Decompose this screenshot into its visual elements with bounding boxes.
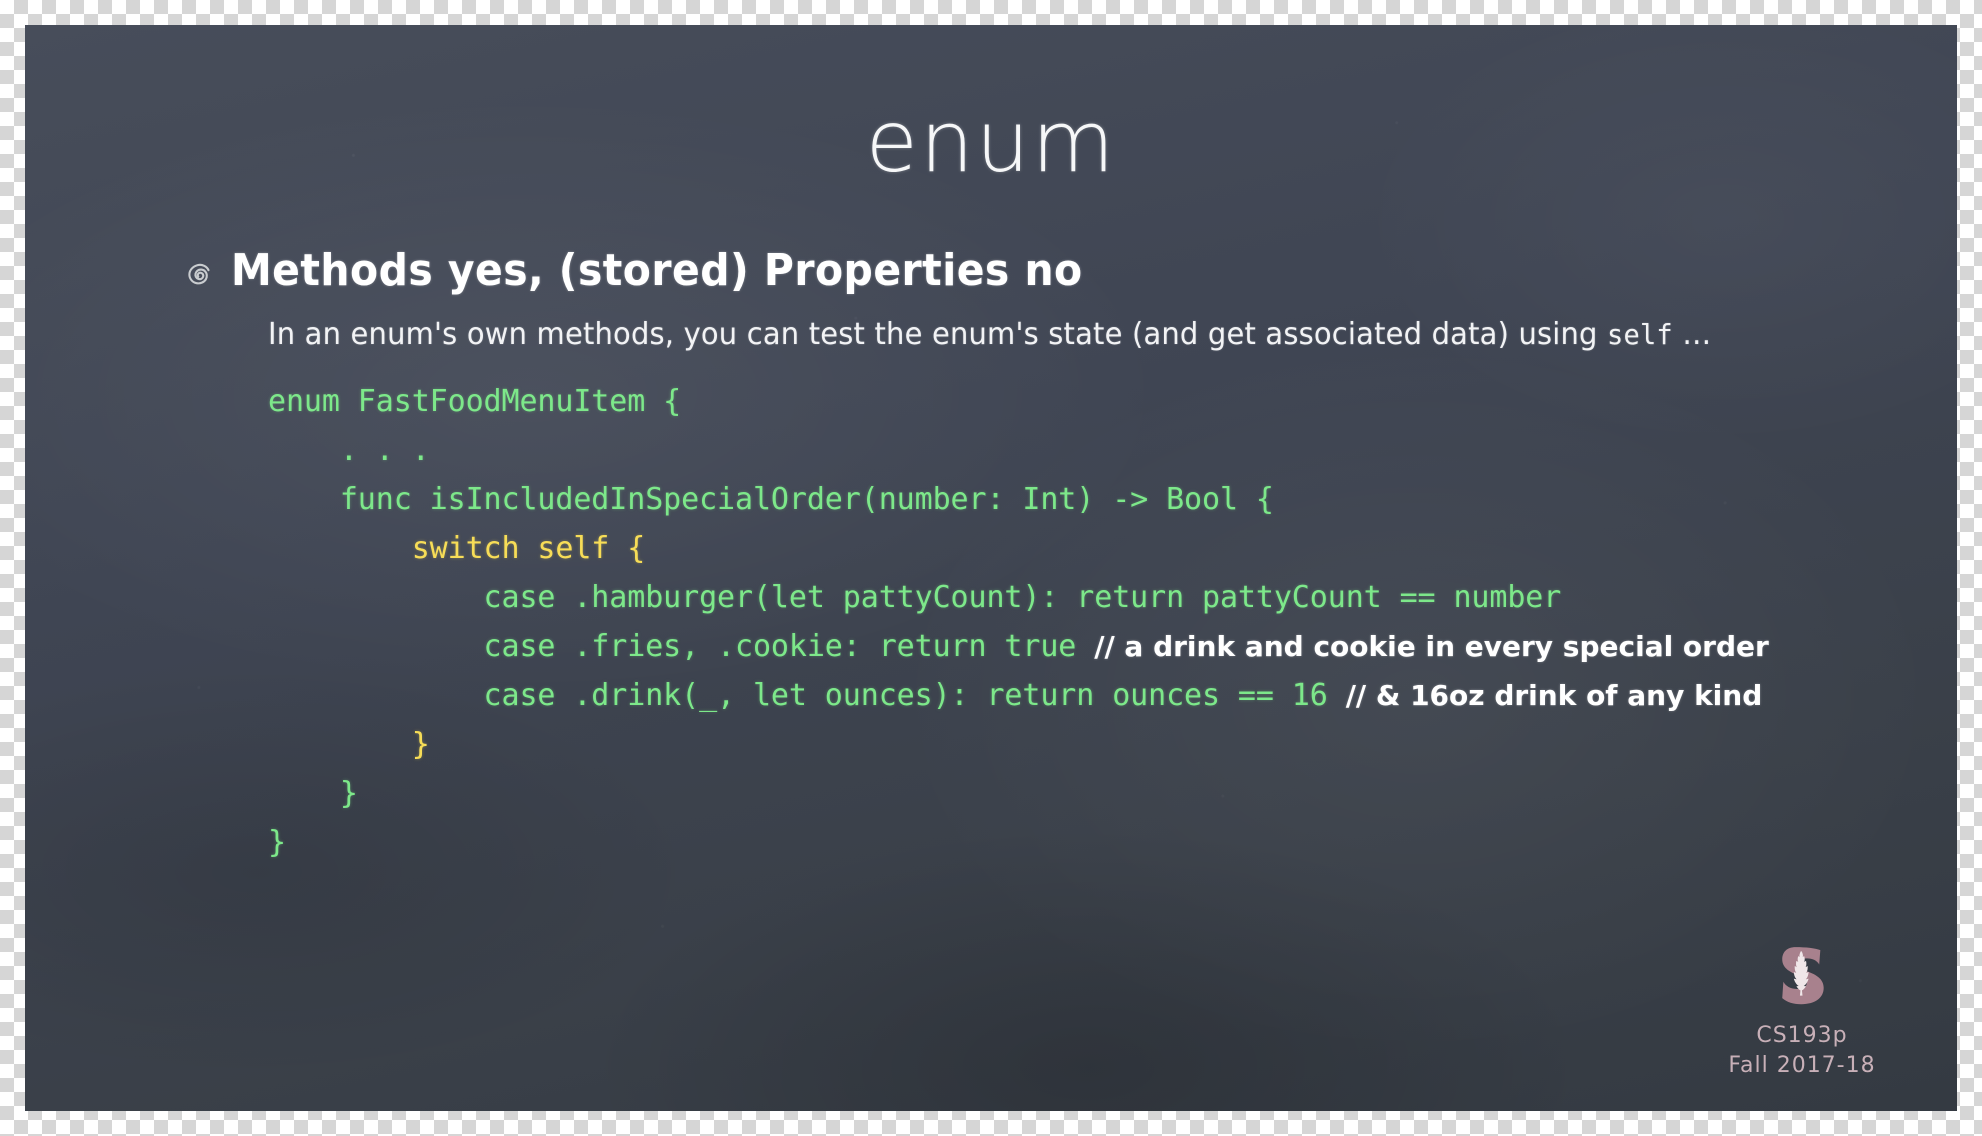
code-default-segment: } xyxy=(268,825,286,860)
code-default-segment: case .drink(_, let ounces): return ounce… xyxy=(268,678,1346,713)
code-default-segment: case .fries, .cookie: return true xyxy=(268,629,1095,664)
code-default-segment: case .hamburger(let pattyCount): return … xyxy=(268,580,1562,615)
code-keyword-segment: } xyxy=(268,727,430,762)
code-default-segment: func isIncludedInSpecialOrder(number: In… xyxy=(268,482,1274,517)
code-line: case .hamburger(let pattyCount): return … xyxy=(268,573,1769,622)
code-line: func isIncludedInSpecialOrder(number: In… xyxy=(268,475,1769,524)
code-line: switch self { xyxy=(268,524,1769,573)
description-line: In an enum's own methods, you can test t… xyxy=(268,317,1711,352)
code-comment-segment: // a drink and cookie in every special o… xyxy=(1094,630,1769,663)
bullet-heading-row: Methods yes, (stored) Properties no xyxy=(185,245,1147,296)
code-line: enum FastFoodMenuItem { xyxy=(268,377,1769,426)
code-block: enum FastFoodMenuItem { . . . func isInc… xyxy=(268,377,1769,867)
slide-footer: CS193p Fall 2017-18 xyxy=(1707,941,1897,1081)
chalk-swirl-bullet-icon xyxy=(185,260,215,290)
code-default-segment: } xyxy=(268,776,358,811)
code-comment-segment: // & 16oz drink of any kind xyxy=(1345,679,1763,712)
footer-term: Fall 2017-18 xyxy=(1728,1053,1876,1078)
bullet-heading-text: Methods yes, (stored) Properties no xyxy=(231,245,1083,296)
code-default-segment: enum FastFoodMenuItem { xyxy=(268,384,682,419)
code-keyword-segment: switch self { xyxy=(268,531,646,566)
code-line: case .fries, .cookie: return true // a d… xyxy=(268,622,1769,671)
stanford-tree-s-logo xyxy=(1707,941,1897,1013)
footer-course: CS193p xyxy=(1756,1023,1848,1048)
code-line: . . . xyxy=(268,426,1769,475)
page-title: enum xyxy=(865,93,1117,192)
presentation-slide: enum Methods yes, (stored) Properties no… xyxy=(25,25,1957,1111)
description-suffix: … xyxy=(1672,317,1712,352)
code-default-segment: . . . xyxy=(268,433,430,468)
code-line: } xyxy=(268,720,1769,769)
code-line: } xyxy=(268,769,1769,818)
code-line: } xyxy=(268,818,1769,867)
code-line: case .drink(_, let ounces): return ounce… xyxy=(268,671,1769,720)
description-keyword-self: self xyxy=(1607,318,1673,351)
description-prefix: In an enum's own methods, you can test t… xyxy=(268,317,1608,352)
